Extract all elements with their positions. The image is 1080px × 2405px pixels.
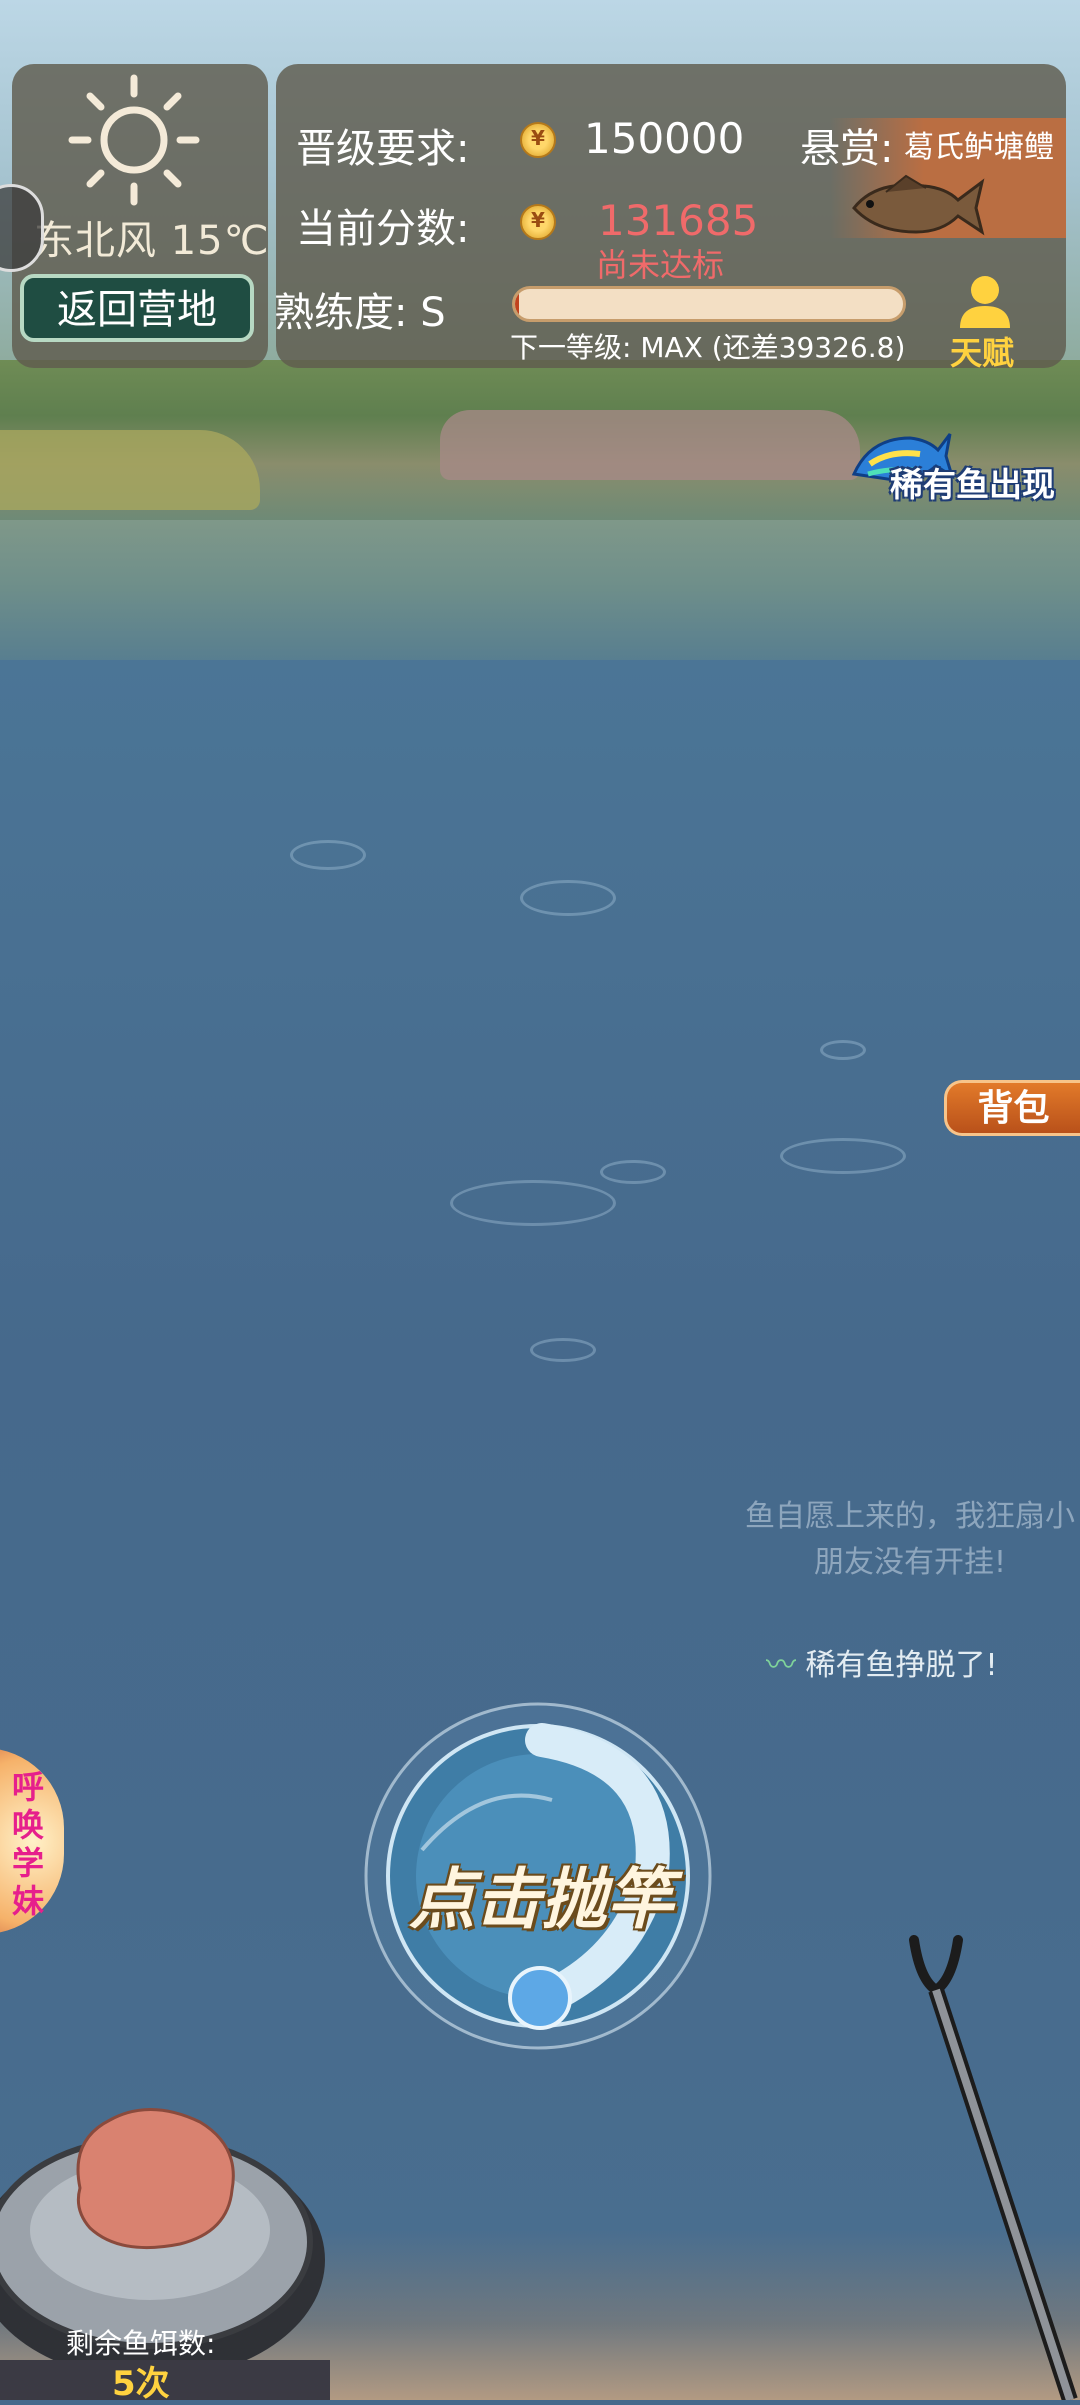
skill-progress-fill (515, 289, 519, 319)
score-status: 尚未达标 (596, 246, 725, 284)
summon-junior-label[interactable]: 呼唤学妹 (8, 1768, 48, 1920)
sun-icon (68, 74, 200, 206)
current-score-value: 131685 (598, 196, 759, 245)
skill-level: 熟练度: S (274, 290, 446, 336)
ripple (290, 840, 366, 870)
ripple (450, 1180, 616, 1226)
ripple (780, 1138, 906, 1174)
far-bank-left (0, 430, 260, 510)
escape-notice: 〰 稀有鱼挣脱了! (766, 1640, 998, 1684)
current-score-label: 当前分数: (296, 206, 470, 252)
wind-temperature: 东北风 15℃ (34, 218, 270, 264)
rare-fish-banner: 稀有鱼出现 (890, 465, 1055, 504)
escape-icon: 〰 (766, 1648, 796, 1683)
bounty-label: 悬赏: (800, 126, 894, 172)
bait-remaining-count: 5次 (112, 2364, 170, 2404)
escape-text: 稀有鱼挣脱了! (805, 1648, 998, 1683)
coin-icon (520, 204, 556, 240)
bounty-fish-icon (852, 174, 985, 236)
ripple (820, 1040, 866, 1060)
coin-icon (520, 122, 556, 158)
backpack-button[interactable]: 背包 (944, 1080, 1080, 1136)
far-bank-flowers (440, 410, 860, 480)
bounty-fish-name: 葛氏鲈塘鳢 (904, 130, 1054, 165)
ripple (530, 1338, 596, 1362)
ripple (520, 880, 616, 916)
talent-label[interactable]: 天赋 (950, 328, 1020, 374)
ripple (600, 1160, 666, 1184)
skill-progress-bar (512, 286, 906, 322)
promotion-requirement-label: 晋级要求: (296, 126, 470, 172)
next-level-info: 下一等级: MAX (还差39326.8) (510, 331, 906, 364)
bank-reflection (0, 520, 1080, 680)
return-camp-button[interactable]: 返回营地 (20, 274, 254, 342)
cast-rod-label[interactable]: 点击抛竿 (396, 1846, 686, 1942)
promotion-requirement-value: 150000 (584, 114, 745, 163)
chat-message: 鱼自愿上来的，我狂扇小朋友没有开挂! (745, 1499, 1075, 1580)
side-menu-handle[interactable] (0, 184, 44, 272)
fishing-rod (909, 1935, 1078, 2400)
